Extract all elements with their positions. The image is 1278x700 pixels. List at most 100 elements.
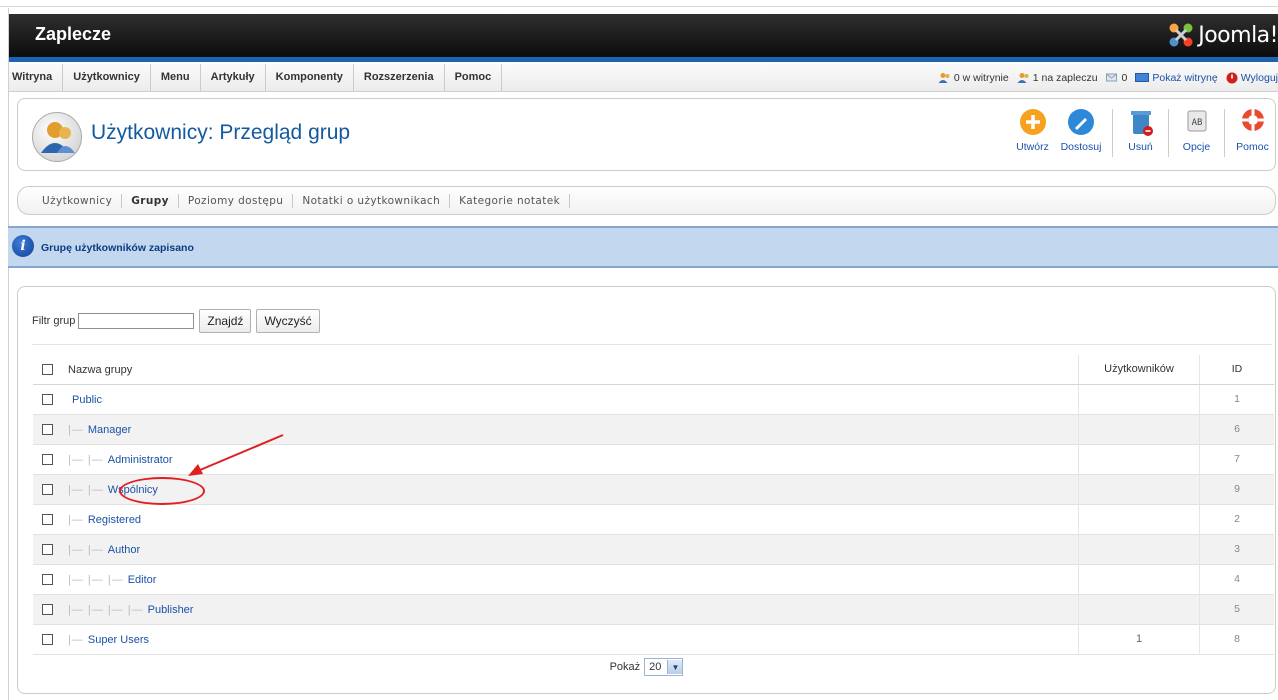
- delete-button[interactable]: Usuń: [1118, 105, 1163, 161]
- toolbar-buttons: Utwórz Dostosuj Usuń AB Opcje Pomoc: [1010, 105, 1275, 161]
- admin-users-text: 1 na zapleczu: [1032, 71, 1098, 84]
- joomla-logo-icon: [1169, 23, 1193, 47]
- submenu-note-categories[interactable]: Kategorie notatek: [450, 193, 571, 208]
- column-header-users[interactable]: Użytkowników: [1079, 355, 1200, 384]
- submenu: Użytkownicy Grupy Poziomy dostępu Notatk…: [17, 186, 1276, 215]
- column-header-id[interactable]: ID: [1200, 355, 1274, 384]
- row-checkbox[interactable]: [41, 574, 53, 585]
- annotation-ellipse: [119, 477, 205, 505]
- table-row: |— Super Users 1 8: [33, 625, 1274, 655]
- list-limit-select[interactable]: 20 ▼: [644, 658, 684, 676]
- user-groups-icon: [32, 112, 82, 162]
- table-row: |— |— Administrator 7: [33, 445, 1274, 475]
- row-checkbox[interactable]: [41, 424, 53, 435]
- pagination-label: Pokaż: [609, 661, 641, 673]
- submenu-users[interactable]: Użytkownicy: [32, 193, 123, 208]
- menu-item-uzytkownicy[interactable]: Użytkownicy: [63, 64, 151, 91]
- trash-icon: [1130, 111, 1153, 136]
- group-link[interactable]: Manager: [88, 424, 131, 436]
- pagination: Pokaż 20 ▼: [18, 654, 1275, 680]
- top-border: [0, 0, 1278, 7]
- group-id: 5: [1234, 603, 1240, 615]
- frame-left-border: [8, 8, 9, 700]
- admin-users-icon: [1017, 72, 1029, 83]
- users-count: [1079, 475, 1200, 504]
- show-site-link[interactable]: Pokaż witrynę: [1135, 71, 1218, 84]
- group-link[interactable]: Author: [108, 544, 140, 556]
- group-id: 6: [1234, 423, 1240, 435]
- column-header-name[interactable]: Nazwa grupy: [61, 355, 1079, 384]
- search-button[interactable]: Znajdź: [199, 309, 252, 333]
- row-checkbox[interactable]: [41, 634, 53, 645]
- menu-item-komponenty[interactable]: Komponenty: [266, 64, 354, 91]
- power-icon: [1226, 72, 1238, 83]
- users-count: [1079, 445, 1200, 474]
- messages-icon: [1105, 73, 1117, 81]
- row-checkbox[interactable]: [41, 484, 53, 495]
- messages-count: 0: [1121, 71, 1128, 84]
- edit-button[interactable]: Dostosuj: [1055, 105, 1107, 161]
- users-count: [1079, 505, 1200, 534]
- users-count: 1: [1079, 625, 1200, 654]
- options-label: Opcje: [1182, 141, 1211, 153]
- group-link[interactable]: Registered: [88, 514, 141, 526]
- table-row: Public 1: [33, 385, 1274, 415]
- submenu-groups[interactable]: Grupy: [122, 193, 179, 208]
- table-row: |— |— |— |— Publisher 5: [33, 595, 1274, 625]
- filter-label: Filtr grup: [32, 315, 76, 327]
- tree-indent: |—: [68, 513, 84, 526]
- group-link[interactable]: Publisher: [148, 604, 194, 616]
- joomla-brand: Joomla!: [1198, 22, 1278, 48]
- group-id: 1: [1234, 393, 1240, 405]
- menu-item-rozszerzenia[interactable]: Rozszerzenia: [354, 64, 445, 91]
- menu-item-witryna[interactable]: Witryna: [9, 64, 64, 91]
- menu-item-menu[interactable]: Menu: [151, 64, 201, 91]
- lifebuoy-icon: [1241, 109, 1264, 131]
- row-checkbox[interactable]: [41, 454, 53, 465]
- toolbar-divider: [1112, 109, 1113, 157]
- filter-divider: [32, 344, 1272, 345]
- tree-indent: |—: [68, 423, 84, 436]
- options-icon: AB: [1187, 110, 1206, 132]
- menu-item-pomoc[interactable]: Pomoc: [445, 64, 503, 91]
- group-id: 9: [1234, 483, 1240, 495]
- show-site-text: Pokaż witrynę: [1152, 71, 1218, 84]
- filter-bar: Filtr grup Znajdź Wyczyść: [32, 309, 320, 333]
- logout-link[interactable]: Wyloguj: [1226, 72, 1278, 84]
- monitor-icon: [1135, 72, 1150, 82]
- clear-button[interactable]: Wyczyść: [256, 309, 320, 333]
- filter-search-input[interactable]: [78, 313, 195, 329]
- row-checkbox[interactable]: [41, 514, 53, 525]
- site-users-status: 0 w witrynie: [938, 72, 1009, 84]
- submenu-access-levels[interactable]: Poziomy dostępu: [179, 193, 294, 208]
- menu-item-artykuly[interactable]: Artykuły: [201, 64, 266, 91]
- status-bar: 0 w witrynie 1 na zapleczu 0 Pokaż witry…: [938, 64, 1278, 91]
- edit-label: Dostosuj: [1060, 141, 1102, 153]
- group-link[interactable]: Super Users: [88, 634, 149, 646]
- groups-table: Nazwa grupy Użytkowników ID Public 1 |— M…: [33, 355, 1274, 655]
- table-header: Nazwa grupy Użytkowników ID: [33, 355, 1274, 385]
- group-link[interactable]: Public: [72, 394, 102, 406]
- messages-status[interactable]: 0: [1105, 71, 1128, 84]
- tree-indent: |— |—: [68, 483, 104, 496]
- joomla-logo[interactable]: Joomla!: [1168, 20, 1278, 50]
- options-button[interactable]: AB Opcje: [1174, 105, 1219, 161]
- help-button[interactable]: Pomoc: [1230, 105, 1275, 161]
- table-row: |— |— |— Editor 4: [33, 565, 1274, 595]
- users-count: [1079, 385, 1200, 414]
- table-row: |— |— Author 3: [33, 535, 1274, 565]
- select-all-checkbox[interactable]: [41, 364, 53, 375]
- tree-indent: |— |— |— |—: [68, 603, 144, 616]
- create-button[interactable]: Utwórz: [1010, 105, 1055, 161]
- group-link[interactable]: Editor: [128, 574, 157, 586]
- row-checkbox[interactable]: [41, 544, 53, 555]
- group-id: 2: [1234, 513, 1240, 525]
- toolbar-panel: Użytkownicy: Przegląd grup Utwórz Dostos…: [17, 98, 1276, 171]
- users-icon: [938, 72, 950, 83]
- tree-indent: |— |—: [68, 543, 104, 556]
- page-title: Użytkownicy: Przegląd grup: [91, 121, 351, 144]
- group-link[interactable]: Administrator: [108, 454, 173, 466]
- row-checkbox[interactable]: [41, 394, 53, 405]
- row-checkbox[interactable]: [41, 604, 53, 615]
- submenu-user-notes[interactable]: Notatki o użytkownikach: [293, 193, 451, 208]
